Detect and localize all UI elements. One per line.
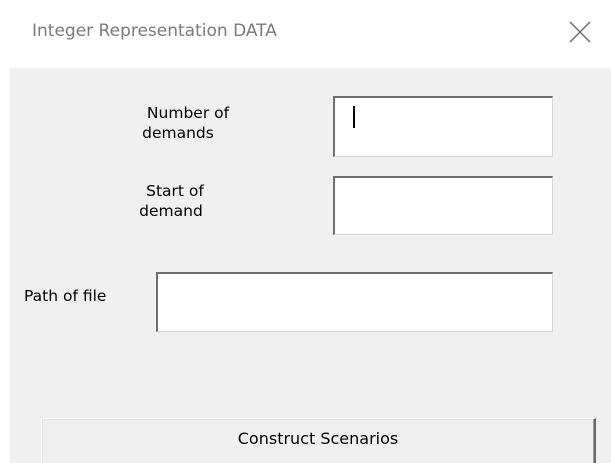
number-of-demands-label-line2: demands — [142, 124, 214, 142]
number-of-demands-input[interactable] — [333, 96, 553, 157]
path-of-file-input[interactable] — [156, 272, 553, 332]
title-bar[interactable]: Integer Representation DATA — [0, 0, 611, 68]
close-button[interactable] — [566, 18, 594, 46]
construct-scenarios-label: Construct Scenarios — [237, 429, 399, 448]
start-of-demand-input[interactable] — [333, 176, 553, 235]
path-of-file-label: Path of file — [24, 287, 107, 305]
number-of-demands-label: Number of demands — [108, 103, 268, 143]
close-icon — [569, 21, 591, 43]
start-of-demand-label: Start of demand — [95, 181, 255, 221]
text-caret — [353, 106, 355, 128]
start-of-demand-label-line1: Start of — [146, 182, 204, 200]
start-of-demand-label-line2: demand — [139, 202, 203, 220]
number-of-demands-label-line1: Number of — [146, 104, 230, 122]
window-title: Integer Representation DATA — [32, 21, 277, 41]
construct-scenarios-button[interactable]: Construct Scenarios — [41, 418, 596, 463]
dialog-window: Integer Representation DATA Number of de… — [0, 0, 611, 463]
